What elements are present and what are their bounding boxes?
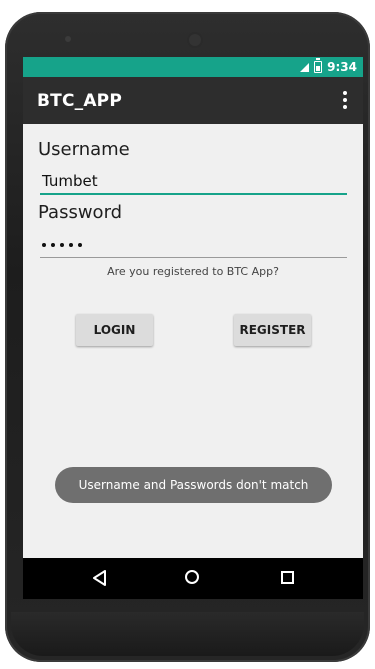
password-dot	[69, 243, 73, 247]
status-bar: 9:34	[23, 57, 363, 77]
status-time: 9:34	[327, 60, 357, 74]
username-underline	[40, 193, 347, 195]
password-dot	[60, 243, 64, 247]
username-input[interactable]: Tumbet	[40, 169, 347, 193]
error-toast: Username and Passwords don't match	[55, 467, 332, 503]
menu-dot	[343, 105, 347, 109]
navigation-bar	[23, 558, 363, 599]
home-icon[interactable]	[185, 570, 199, 584]
password-dot	[78, 243, 82, 247]
app-title: BTC_APP	[37, 91, 123, 111]
register-button[interactable]: REGISTER	[234, 314, 311, 346]
menu-dot	[343, 98, 347, 102]
password-underline	[40, 257, 347, 258]
status-indicators: 9:34	[300, 57, 357, 77]
password-input[interactable]	[40, 233, 347, 257]
signal-icon	[300, 62, 310, 72]
password-label: Password	[38, 202, 123, 223]
password-dot	[42, 243, 46, 247]
app-screen: 9:34 BTC_APP Username Tumbet Password Ar…	[23, 57, 363, 599]
password-mask	[42, 243, 82, 247]
username-label: Username	[38, 139, 130, 160]
recents-icon[interactable]	[281, 571, 294, 584]
device-chin	[11, 612, 364, 656]
front-camera	[187, 32, 203, 48]
back-icon[interactable]	[93, 570, 107, 586]
menu-dot	[343, 91, 347, 95]
password-dot	[51, 243, 55, 247]
register-prompt: Are you registered to BTC App?	[107, 265, 279, 278]
earpiece	[65, 36, 71, 42]
overflow-menu-icon[interactable]	[337, 89, 353, 111]
battery-icon	[314, 58, 323, 73]
app-bar: BTC_APP	[23, 77, 363, 124]
login-button[interactable]: LOGIN	[76, 314, 153, 346]
